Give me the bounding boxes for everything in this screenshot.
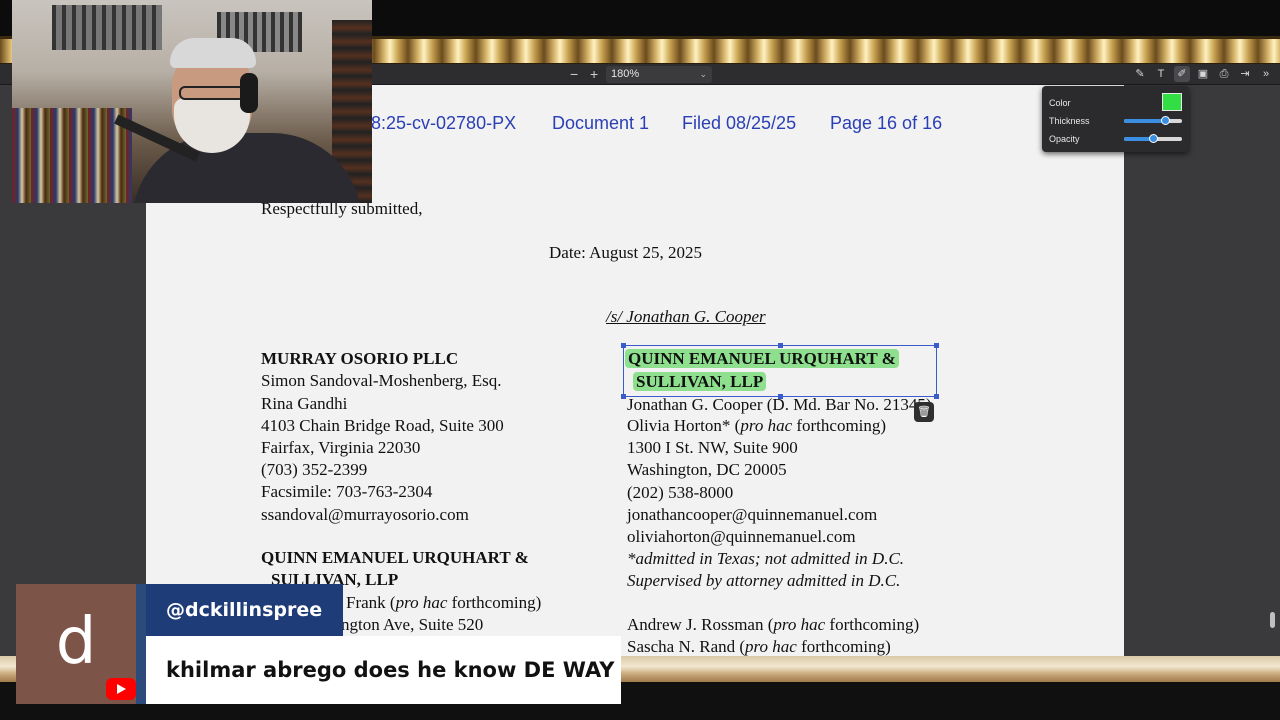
streamer-glasses (179, 86, 245, 100)
right-attorney-horton: Olivia Horton* (pro hac forthcoming) (627, 416, 887, 435)
annotation-selection-box[interactable] (621, 343, 939, 399)
headset-icon (240, 73, 258, 113)
right-email-2: oliviahorton@quinnemanuel.com (627, 527, 856, 546)
toolbar-icon-group: ✎ T ✐ ▣ ⎙ ⇥ » (1132, 66, 1274, 82)
highlight-icon[interactable]: ✎ (1132, 66, 1148, 82)
case-number: 8:25-cv-02780-PX (371, 113, 517, 133)
left-phone: (703) 352-2399 (261, 460, 368, 479)
right-attorney-cooper: Jonathan G. Cooper (D. Md. Bar No. 21345… (627, 395, 932, 414)
right-email-1: jonathancooper@quinnemanuel.com (627, 505, 878, 524)
signature-line: /s/ Jonathan G. Cooper (606, 307, 766, 326)
left-attorney-frank: Frank (pro hac forthcoming) (346, 593, 542, 612)
left-fax: Facsimile: 703-763-2304 (261, 482, 433, 501)
right-address-2: Washington, DC 20005 (627, 460, 787, 479)
thickness-slider-knob[interactable] (1160, 116, 1170, 125)
thickness-slider[interactable] (1124, 116, 1182, 125)
color-label: Color (1049, 98, 1071, 108)
document-number: Document 1 (552, 113, 650, 133)
resize-handle-tr[interactable] (934, 343, 939, 348)
left-firm2-line1: QUINN EMANUEL URQUHART & (261, 548, 529, 567)
text-icon[interactable]: T (1153, 66, 1169, 82)
chat-message: khilmar abrego does he know DE WAY (146, 636, 621, 704)
streamer (114, 38, 362, 203)
print-icon[interactable]: ⎙ (1216, 66, 1232, 82)
trash-icon: 🗑 (917, 405, 931, 418)
scrollbar-thumb[interactable] (1270, 612, 1275, 628)
right-phone: (202) 538-8000 (627, 483, 734, 502)
zoom-select[interactable]: 180% ⌄ (606, 66, 712, 83)
more-icon[interactable]: » (1258, 66, 1274, 82)
left-address-1: 4103 Chain Bridge Road, Suite 300 (261, 416, 504, 435)
chat-divider (136, 584, 146, 704)
streamer-hair (170, 38, 256, 68)
opacity-slider[interactable] (1124, 134, 1182, 143)
delete-annotation-button[interactable]: 🗑 (914, 402, 934, 422)
zoom-level: 180% (611, 68, 640, 80)
resize-handle-br[interactable] (934, 394, 939, 399)
zoom-out-button[interactable]: − (570, 66, 578, 82)
opacity-label: Opacity (1049, 134, 1080, 144)
filed-date: Filed 08/25/25 (682, 113, 797, 133)
right-attorney-rossman: Andrew J. Rossman (pro hac forthcoming) (627, 615, 920, 634)
right-attorney-rand: Sascha N. Rand (pro hac forthcoming) (627, 637, 891, 656)
signature-date: Date: August 25, 2025 (549, 243, 702, 262)
annotation-properties-panel: Color Thickness Opacity (1042, 86, 1189, 152)
page-count: Page 16 of 16 (830, 113, 943, 133)
color-swatch[interactable] (1162, 93, 1182, 111)
thickness-slider-fill (1124, 119, 1165, 123)
right-address-1: 1300 I St. NW, Suite 900 (627, 438, 798, 457)
left-email: ssandoval@murrayosorio.com (261, 505, 469, 524)
stream-screen: − + 180% ⌄ ✎ T ✐ ▣ ⎙ ⇥ » 8:25-cv-02780-P… (0, 0, 1280, 720)
draw-icon[interactable]: ✐ (1174, 66, 1190, 82)
avatar-letter: d (55, 605, 97, 679)
youtube-icon (106, 678, 136, 700)
left-firm-name: MURRAY OSORIO PLLC (261, 349, 459, 368)
resize-handle-tl[interactable] (621, 343, 626, 348)
right-note-2: Supervised by attorney admitted in D.C. (627, 571, 901, 590)
resize-handle-tm[interactable] (778, 343, 783, 348)
left-attorney-1: Simon Sandoval-Moshenberg, Esq. (261, 371, 502, 390)
chat-username: @dckillinspree (146, 584, 343, 636)
left-address-2: Fairfax, Virginia 22030 (261, 438, 421, 457)
chevron-down-icon: ⌄ (699, 69, 707, 79)
opacity-slider-knob[interactable] (1149, 134, 1158, 143)
left-attorney-2: Rina Gandhi (261, 394, 348, 413)
image-icon[interactable]: ▣ (1195, 66, 1211, 82)
resize-handle-bl[interactable] (621, 394, 626, 399)
left-address-partial: ngton Ave, Suite 520 (341, 615, 484, 634)
save-icon[interactable]: ⇥ (1237, 66, 1253, 82)
webcam-overlay (12, 0, 372, 203)
right-note-1: *admitted in Texas; not admitted in D.C. (627, 549, 905, 568)
zoom-in-button[interactable]: + (590, 66, 598, 82)
thickness-label: Thickness (1049, 116, 1090, 126)
